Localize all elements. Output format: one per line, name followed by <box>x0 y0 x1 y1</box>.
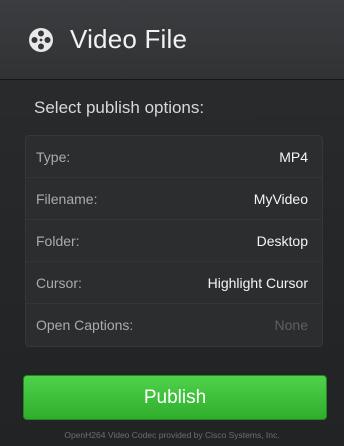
option-value-cursor[interactable]: Highlight Cursor <box>208 275 308 291</box>
option-value-open-captions: None <box>274 317 308 333</box>
option-label: Type: <box>36 148 71 165</box>
option-label: Open Captions: <box>36 317 134 333</box>
codec-credit: OpenH264 Video Codec provided by Cisco S… <box>64 430 280 440</box>
option-row-cursor[interactable]: Cursor: Highlight Cursor <box>26 262 322 304</box>
option-label: Folder: <box>36 232 80 249</box>
option-row-filename[interactable]: Filename: MyVideo <box>26 178 322 220</box>
options-list: Type: MP4 Filename: MyVideo Folder: Desk… <box>25 135 323 347</box>
option-value-filename[interactable]: MyVideo <box>254 191 308 207</box>
option-label: Cursor: <box>36 274 82 291</box>
option-label: Filename: <box>36 190 98 207</box>
option-value-folder[interactable]: Desktop <box>257 233 308 249</box>
header: Video File <box>0 0 344 80</box>
film-reel-icon <box>29 27 53 52</box>
publish-button[interactable]: Publish <box>23 375 327 420</box>
option-row-folder[interactable]: Folder: Desktop <box>26 220 322 262</box>
option-row-open-captions: Open Captions: None <box>26 304 322 346</box>
section-subtitle: Select publish options: <box>34 98 205 117</box>
page-title: Video File <box>70 24 188 54</box>
option-value-type[interactable]: MP4 <box>279 149 308 165</box>
publish-panel: Video File Select publish options: Type:… <box>0 0 344 446</box>
option-row-type[interactable]: Type: MP4 <box>26 136 322 178</box>
